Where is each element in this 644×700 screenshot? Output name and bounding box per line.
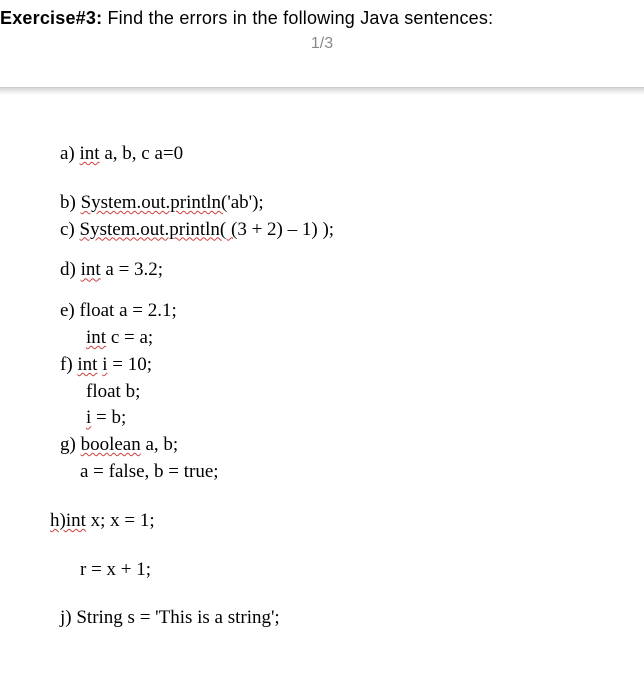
- line-h: h)int x; x = 1;: [50, 510, 644, 533]
- exercise-label: Exercise#3:: [0, 8, 102, 28]
- error-b: System.out.println(: [81, 192, 228, 213]
- label-a: a): [60, 143, 80, 164]
- line-f3: i = b;: [60, 407, 644, 430]
- text-h2: r = x + 1;: [80, 559, 151, 580]
- label-g: g): [60, 434, 81, 455]
- line-g: g) boolean a, b;: [60, 434, 644, 457]
- label-c: c): [60, 219, 80, 240]
- exercise-title: Exercise#3: Find the errors in the follo…: [0, 8, 644, 29]
- error-e2: int: [86, 327, 106, 348]
- error-h: h)int: [50, 510, 86, 531]
- error-c: System.out.println( (: [80, 219, 238, 240]
- label-f: f): [60, 354, 77, 375]
- line-a: a) int a, b, c a=0: [60, 143, 644, 166]
- error-d: int: [81, 259, 101, 280]
- label-b: b): [60, 192, 81, 213]
- line-c: c) System.out.println( (3 + 2) – 1) );: [60, 219, 644, 242]
- rest-a: a, b, c a=0: [100, 143, 184, 164]
- rest-g: a, b;: [141, 434, 178, 455]
- line-g2: a = false, b = true;: [60, 461, 644, 484]
- rest-b: 'ab');: [227, 192, 263, 213]
- rest-d: a = 3.2;: [101, 259, 163, 280]
- text-g2: a = false, b = true;: [80, 461, 219, 482]
- error-a: int: [80, 143, 100, 164]
- line-e2: int c = a;: [60, 327, 644, 350]
- rest-c: 3 + 2) – 1) );: [237, 219, 334, 240]
- error-g: boolean: [81, 434, 141, 455]
- label-d: d): [60, 259, 81, 280]
- line-j: j) String s = 'This is a string';: [60, 607, 644, 630]
- rest-h: x; x = 1;: [86, 510, 155, 531]
- title-text: Find the errors in the following Java se…: [102, 8, 493, 28]
- divider: [0, 87, 644, 95]
- text-f2: float b;: [86, 381, 140, 402]
- rest-e2: c = a;: [106, 327, 153, 348]
- line-f: f) int i = 10;: [60, 354, 644, 377]
- line-e: e) float a = 2.1;: [60, 300, 644, 323]
- label-e: e) float a = 2.1;: [60, 300, 177, 321]
- label-j: j) String s = 'This is a string';: [60, 607, 280, 628]
- page-indicator: 1/3: [0, 35, 644, 53]
- line-f2: float b;: [60, 381, 644, 404]
- content-body: a) int a, b, c a=0 b) System.out.println…: [0, 143, 644, 630]
- line-h2: r = x + 1;: [60, 559, 644, 582]
- line-d: d) int a = 3.2;: [60, 259, 644, 282]
- error-f1: int: [77, 354, 97, 375]
- rest-f: = 10;: [108, 354, 153, 375]
- header: Exercise#3: Find the errors in the follo…: [0, 0, 644, 87]
- rest-f3: = b;: [91, 407, 126, 428]
- line-b: b) System.out.println('ab');: [60, 192, 644, 215]
